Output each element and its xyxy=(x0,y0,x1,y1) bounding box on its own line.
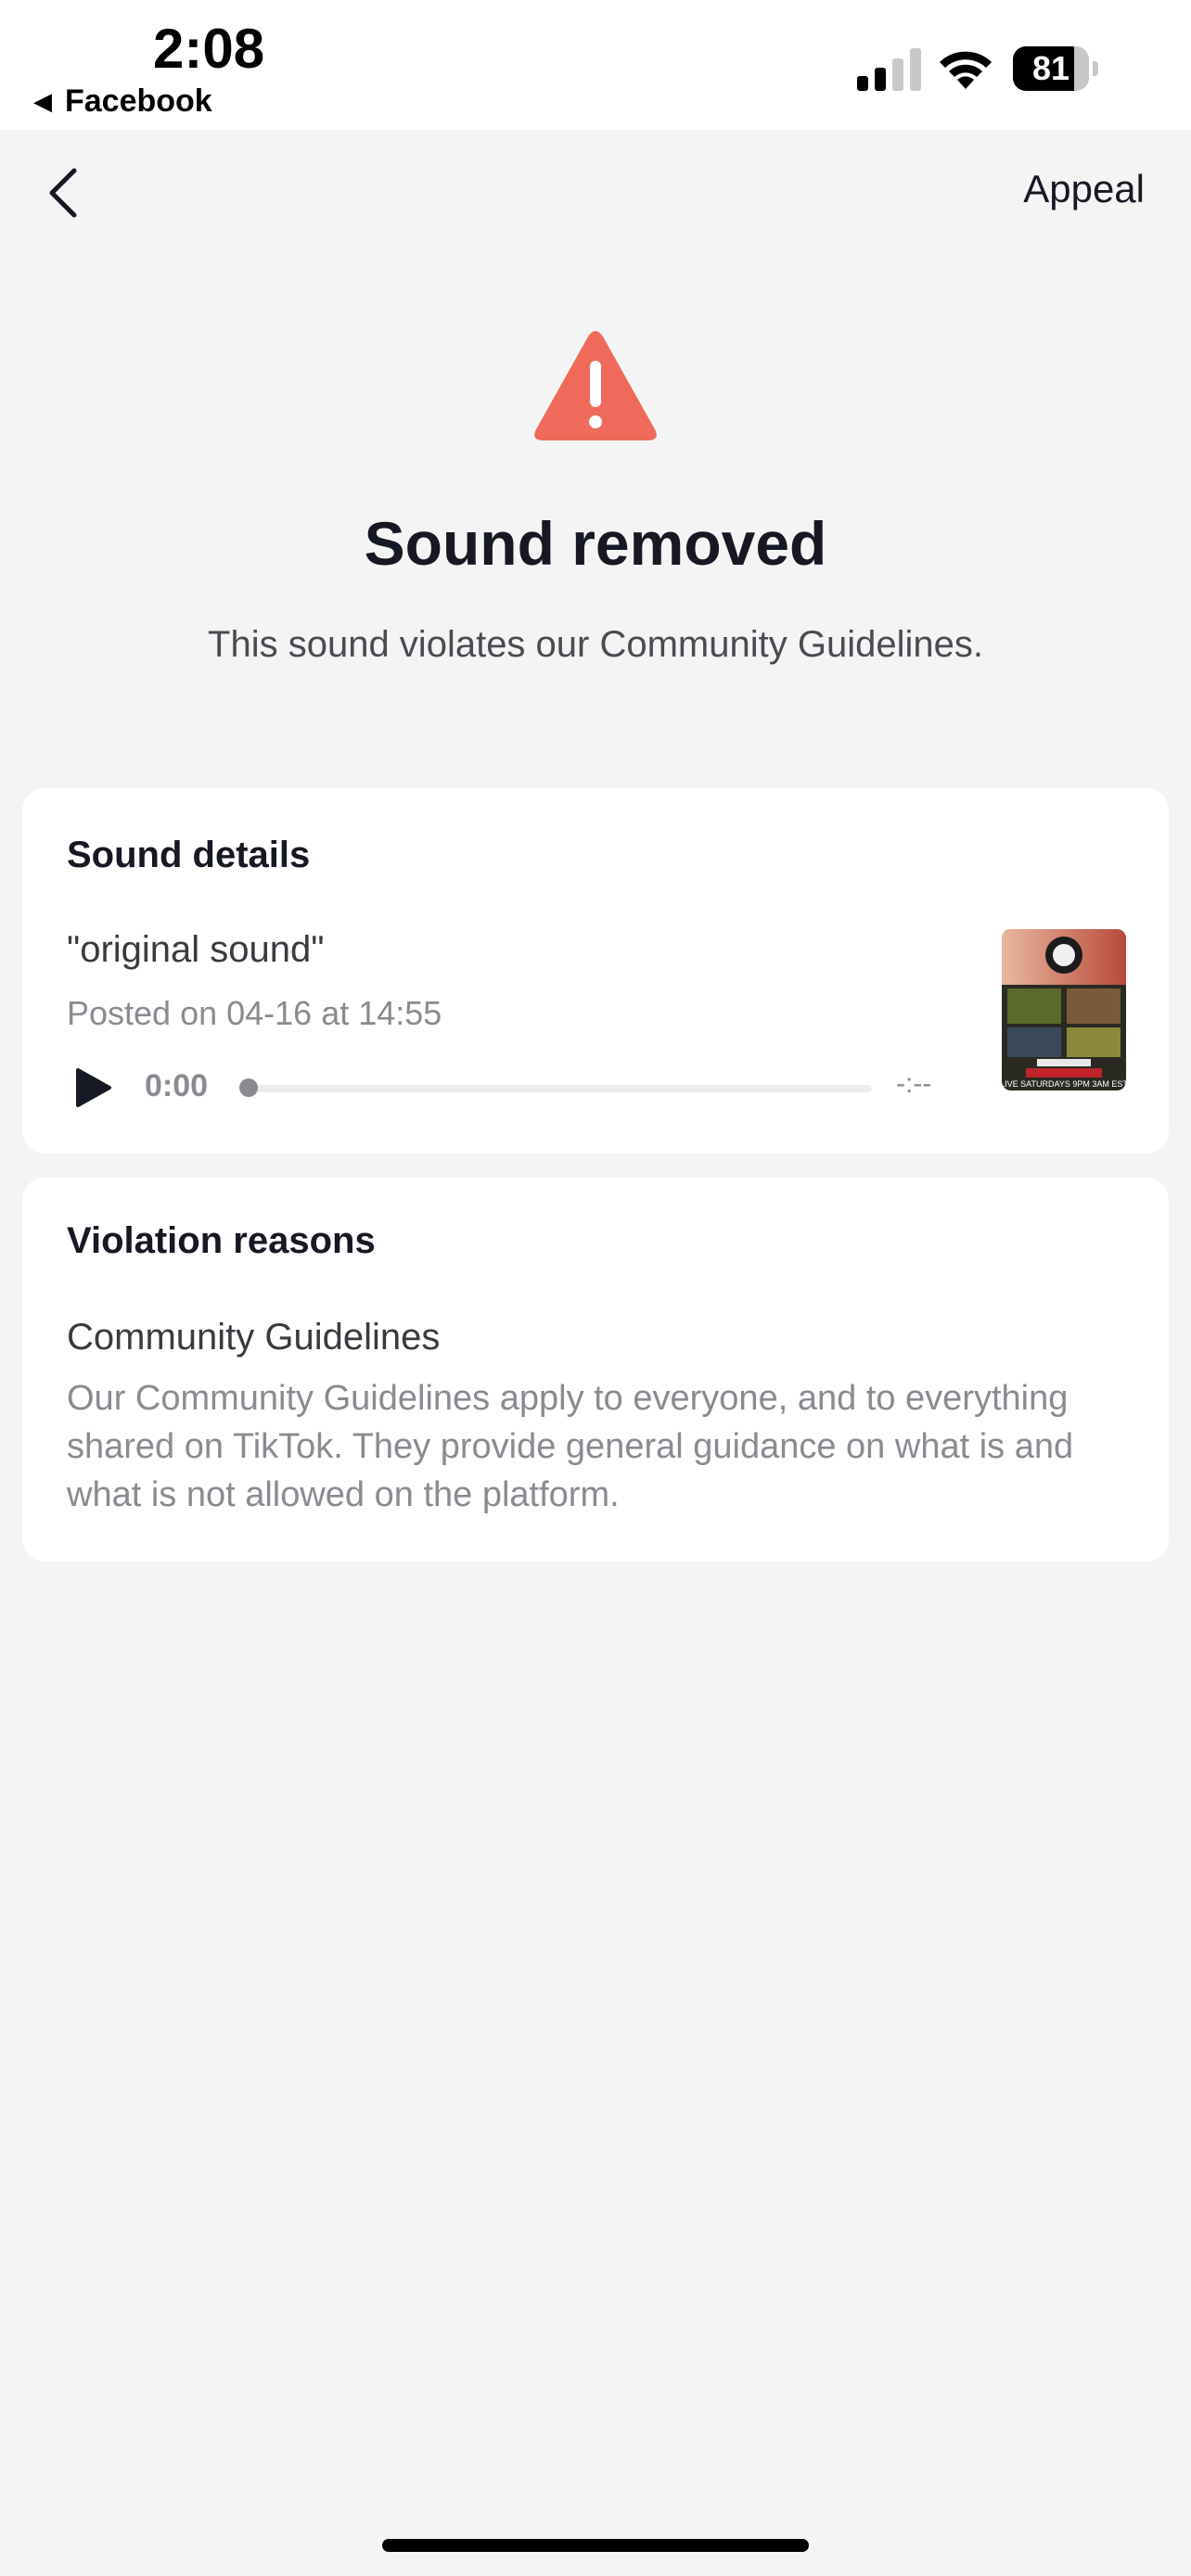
page-title: Sound removed xyxy=(364,509,827,578)
back-app-label: Facebook xyxy=(65,83,212,119)
back-triangle-icon: ◀ xyxy=(33,87,52,115)
violation-reasons-card: Violation reasons Community Guidelines O… xyxy=(22,1178,1169,1562)
sound-cover-image[interactable]: LIVE SATURDAYS 9PM 3AM EST xyxy=(1002,929,1126,1090)
status-bar: 2:08 ◀ Facebook 81 xyxy=(0,0,1191,130)
reason-title: Community Guidelines xyxy=(67,1317,441,1358)
sound-name: "original sound" xyxy=(67,929,325,970)
back-to-app-link[interactable]: ◀ Facebook xyxy=(33,83,212,120)
posted-date: Posted on 04-16 at 14:55 xyxy=(67,994,442,1032)
page-subtitle: This sound violates our Community Guidel… xyxy=(208,624,983,665)
sound-details-card: Sound details "original sound" Posted on… xyxy=(22,788,1169,1154)
current-time: 0:00 xyxy=(145,1068,209,1103)
audio-progress-thumb[interactable] xyxy=(239,1078,258,1097)
play-icon[interactable] xyxy=(74,1066,113,1109)
reason-description: Our Community Guidelines apply to everyo… xyxy=(67,1379,1074,1514)
home-indicator[interactable] xyxy=(382,2539,809,2552)
sound-details-heading: Sound details xyxy=(67,835,311,875)
warning-icon xyxy=(534,331,657,440)
battery-percent: 81 xyxy=(1031,49,1070,87)
duration: -:-- xyxy=(896,1068,932,1099)
wifi-icon xyxy=(940,51,992,89)
battery-icon: 81 xyxy=(1013,46,1098,91)
cover-caption: LIVE SATURDAYS 9PM 3AM EST xyxy=(1002,1079,1126,1089)
audio-progress-track[interactable] xyxy=(241,1085,872,1092)
violation-heading: Violation reasons xyxy=(67,1220,376,1261)
cellular-signal-icon xyxy=(857,48,921,91)
back-arrow-icon[interactable] xyxy=(37,158,93,223)
status-time: 2:08 xyxy=(153,18,265,80)
appeal-button[interactable]: Appeal xyxy=(1023,167,1145,211)
